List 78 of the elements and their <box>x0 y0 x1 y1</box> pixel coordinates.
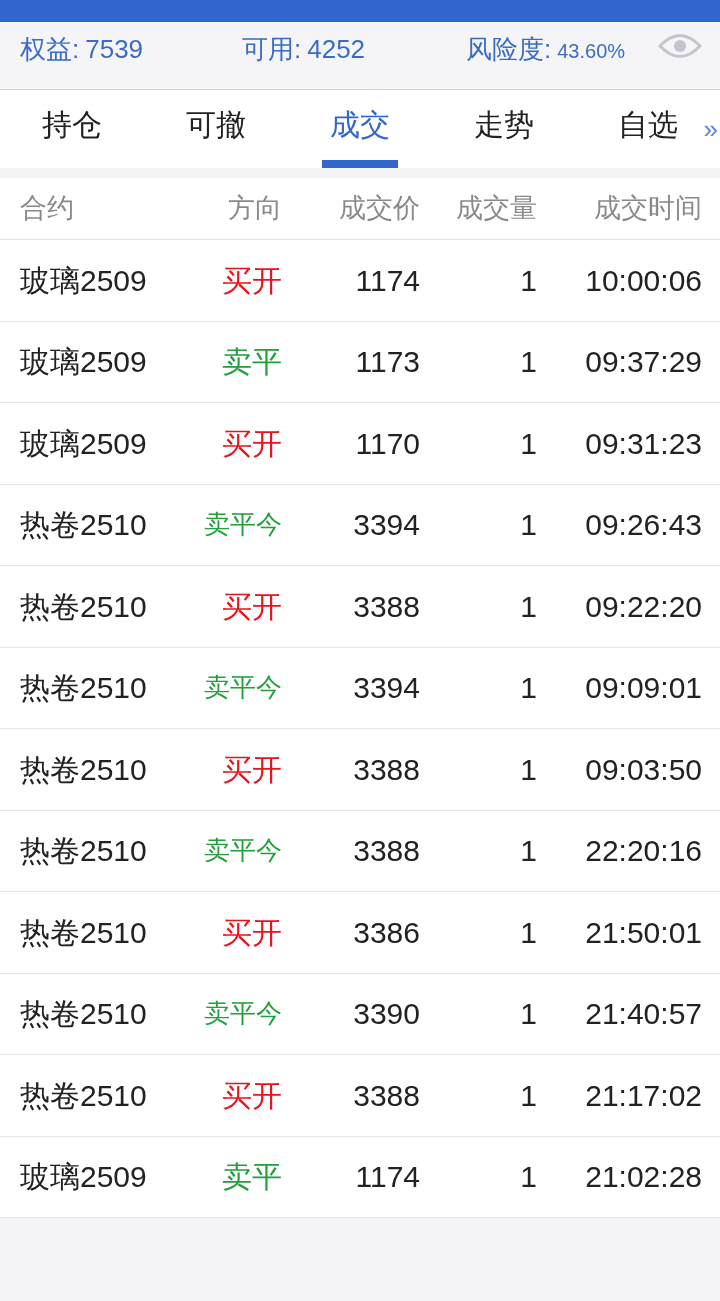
table-cell-text: 热卷2510 <box>19 1077 148 1114</box>
summary-label: 风险度: <box>466 33 552 66</box>
table-cell-text: 1173 <box>354 344 420 381</box>
direction-text: 卖平今 <box>203 671 282 705</box>
table-cell-text: 3394 <box>352 670 420 707</box>
tab[interactable]: 可撤 <box>178 90 254 168</box>
table-cell-text: 3388 <box>352 588 420 625</box>
table-cell-text: 热卷2510 <box>19 751 148 788</box>
table-cell-text: 1174 <box>354 262 420 299</box>
table-cell-text: 21:17:02 <box>584 1077 702 1114</box>
table-cell-text: 1 <box>519 833 537 870</box>
table-cell-text: 1 <box>519 1077 537 1114</box>
table-cell-text: 09:26:43 <box>584 507 702 544</box>
table-cell-text: 3390 <box>352 996 420 1033</box>
more-tabs-arrow[interactable]: » <box>703 110 718 149</box>
table-cell-text: 3388 <box>352 751 420 788</box>
table-cell-text: 1 <box>519 262 537 299</box>
direction-text: 卖平 <box>221 1159 282 1196</box>
table-cell-text: 22:20:16 <box>584 833 702 870</box>
table-cell-text: 热卷2510 <box>19 914 148 951</box>
table-cell-text: 玻璃2509 <box>19 262 148 299</box>
table-cell-text: 09:03:50 <box>584 751 702 788</box>
table-cell-text: 1 <box>519 914 537 951</box>
direction-text: 卖平今 <box>203 834 282 868</box>
direction-text: 买开 <box>221 914 282 951</box>
direction-text: 卖平今 <box>203 508 282 542</box>
table-cell-text: 1170 <box>354 425 420 462</box>
table-cell-text: 1174 <box>354 1159 420 1196</box>
table-cell-text: 21:40:57 <box>584 996 702 1033</box>
tab[interactable]: 成交 <box>322 90 398 168</box>
table-cell-text: 热卷2510 <box>19 833 148 870</box>
table-cell-text: 1 <box>519 588 537 625</box>
table-cell-text: 1 <box>519 344 537 381</box>
summary-value: 4252 <box>307 33 366 66</box>
table-cell-text: 1 <box>519 751 537 788</box>
table-cell-text: 1 <box>519 1159 537 1196</box>
table-cell-text: 1 <box>519 670 537 707</box>
table-cell-text: 热卷2510 <box>19 996 148 1033</box>
table-cell-text: 热卷2510 <box>19 507 148 544</box>
table-cell-text: 3394 <box>352 507 420 544</box>
tab[interactable]: 走势 <box>466 90 542 168</box>
table-cell-text: 09:09:01 <box>584 670 702 707</box>
summary-value: 7539 <box>85 33 144 66</box>
table-cell-text: 1 <box>519 996 537 1033</box>
direction-text: 卖平 <box>221 344 282 381</box>
summary-label: 可用: <box>242 33 302 66</box>
table-cell-text: 3388 <box>352 833 420 870</box>
column-header: 方向 <box>227 192 282 226</box>
summary-value: 43.60% <box>557 39 626 64</box>
table-cell-text: 1 <box>519 507 537 544</box>
direction-text: 买开 <box>221 262 282 299</box>
summary-label: 权益: <box>20 33 80 66</box>
table-cell-text: 09:31:23 <box>584 425 702 462</box>
direction-text: 买开 <box>221 425 282 462</box>
table-cell-text: 玻璃2509 <box>19 344 148 381</box>
eye-icon[interactable] <box>658 31 702 61</box>
table-cell-text: 21:02:28 <box>584 1159 702 1196</box>
column-header: 成交量 <box>455 192 537 226</box>
table-cell-text: 3386 <box>352 914 420 951</box>
tab[interactable]: 持仓 <box>34 90 110 168</box>
table-cell-text: 21:50:01 <box>584 914 702 951</box>
column-header: 成交价 <box>338 192 420 226</box>
table-cell-text: 3388 <box>352 1077 420 1114</box>
table-cell-text: 09:37:29 <box>584 344 702 381</box>
column-header: 合约 <box>19 192 75 226</box>
table-cell-text: 09:22:20 <box>584 588 702 625</box>
table-cell-text: 1 <box>519 425 537 462</box>
table-cell-text: 热卷2510 <box>19 588 148 625</box>
table-cell-text: 玻璃2509 <box>19 425 148 462</box>
tab[interactable]: 自选 <box>610 90 686 168</box>
direction-text: 买开 <box>221 1077 282 1114</box>
column-header: 成交时间 <box>593 192 702 226</box>
table-cell-text: 玻璃2509 <box>19 1159 148 1196</box>
table-cell-text: 热卷2510 <box>19 670 148 707</box>
direction-text: 买开 <box>221 588 282 625</box>
direction-text: 买开 <box>221 751 282 788</box>
table-cell-text: 10:00:06 <box>584 262 702 299</box>
direction-text: 卖平今 <box>203 997 282 1031</box>
